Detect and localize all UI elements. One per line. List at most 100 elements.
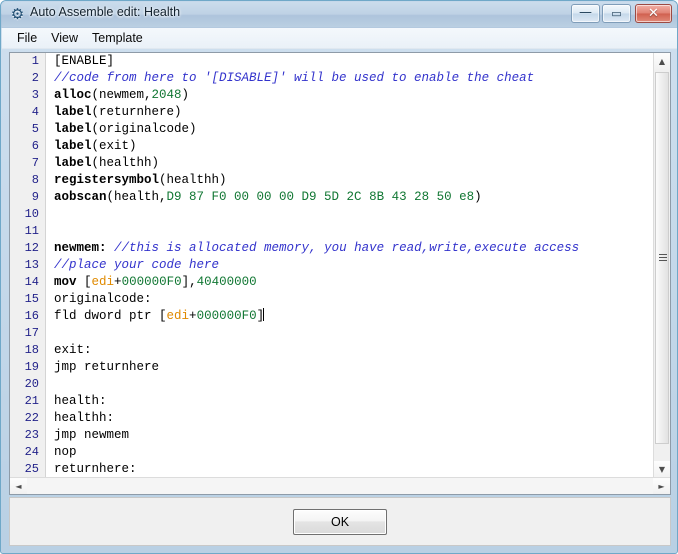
line-number: 13: [24, 258, 39, 272]
code-line[interactable]: label(originalcode): [54, 121, 654, 138]
code-token-plain: exit:: [54, 343, 92, 357]
code-token-comment: //place your code here: [54, 258, 220, 272]
close-icon: ✕: [648, 6, 659, 21]
code-line[interactable]: registersymbol(healthh): [54, 172, 654, 189]
code-line[interactable]: //code from here to '[DISABLE]' will be …: [54, 70, 654, 87]
minimize-icon: —: [579, 5, 592, 20]
cheat-engine-icon: ⚙: [10, 5, 25, 23]
horizontal-scrollbar-track[interactable]: [27, 478, 653, 494]
code-token-plain: (healthh): [159, 173, 227, 187]
line-number: 20: [24, 377, 39, 391]
code-editor[interactable]: 1 2 3 4 5 6 7 8 9 10 11 12 13 14 15 16 17 18 19 20 21 22 23 24 2…: [9, 52, 671, 495]
code-line[interactable]: newmem: //this is allocated memory, you …: [54, 240, 654, 257]
code-line[interactable]: aobscan(health,D9 87 F0 00 00 00 D9 5D 2…: [54, 189, 654, 206]
code-token-plain: (originalcode): [91, 122, 197, 136]
line-number: 7: [31, 156, 39, 170]
code-token-comment: //code from here to '[DISABLE]' will be …: [54, 71, 535, 85]
code-token-num: D9 87 F0 00 00 00 D9 5D 2C 8B 43 28 50 e…: [166, 190, 475, 204]
maximize-button[interactable]: ▭: [602, 4, 631, 23]
code-line[interactable]: label(exit): [54, 138, 654, 155]
line-number: 8: [31, 173, 39, 187]
code-line[interactable]: returnhere:: [54, 461, 654, 478]
scroll-right-icon[interactable]: ►: [653, 478, 670, 494]
line-number-gutter: 1 2 3 4 5 6 7 8 9 10 11 12 13 14 15 16 17 18 19 20 21 22 23 24 2…: [10, 53, 46, 478]
code-token-plain: +: [114, 275, 122, 289]
code-text-area[interactable]: [ENABLE] //code from here to '[DISABLE]' …: [47, 53, 654, 478]
code-token-plain: nop: [54, 445, 77, 459]
horizontal-scrollbar[interactable]: ◄ ►: [10, 477, 670, 494]
code-token-kw: label: [54, 156, 92, 170]
scroll-down-icon[interactable]: ▼: [654, 461, 670, 478]
code-token-plain: ): [474, 190, 482, 204]
line-number: 11: [24, 224, 39, 238]
code-line[interactable]: [54, 223, 654, 240]
code-token-kw: newmem:: [54, 241, 107, 255]
line-number: 24: [24, 445, 39, 459]
line-number: 4: [31, 105, 39, 119]
window-title: Auto Assemble edit: Health: [30, 5, 181, 19]
vertical-scrollbar[interactable]: ▲ ▼: [653, 53, 670, 478]
line-number: 17: [24, 326, 39, 340]
code-token-kw: label: [54, 105, 92, 119]
vertical-scrollbar-thumb[interactable]: [655, 72, 669, 444]
code-token-plain: originalcode:: [54, 292, 152, 306]
code-line[interactable]: label(healthh): [54, 155, 654, 172]
code-token-kw: mov: [54, 275, 77, 289]
menu-item-view[interactable]: View: [44, 30, 85, 47]
code-line[interactable]: [54, 325, 654, 342]
maximize-icon: ▭: [611, 7, 622, 20]
code-token-num: 40400000: [196, 275, 257, 289]
line-number: 3: [31, 88, 39, 102]
code-line[interactable]: originalcode:: [54, 291, 654, 308]
code-token-kw: label: [54, 122, 92, 136]
line-number: 1: [31, 54, 39, 68]
line-number: 5: [31, 122, 39, 136]
minimize-button[interactable]: —: [571, 4, 600, 23]
code-line[interactable]: jmp newmem: [54, 427, 654, 444]
line-number: 22: [24, 411, 39, 425]
code-line[interactable]: [54, 376, 654, 393]
scroll-left-icon[interactable]: ◄: [10, 478, 27, 494]
menu-item-template[interactable]: Template: [85, 30, 150, 47]
code-line[interactable]: fld dword ptr [edi+000000F0]: [54, 308, 654, 325]
code-line[interactable]: label(returnhere): [54, 104, 654, 121]
code-line[interactable]: health:: [54, 393, 654, 410]
line-number: 15: [24, 292, 39, 306]
menu-bar: File View Template: [2, 28, 677, 49]
code-token-plain: ): [181, 88, 190, 102]
code-token-kw: alloc: [54, 88, 92, 102]
code-line[interactable]: alloc(newmem,2048): [54, 87, 654, 104]
title-bar[interactable]: ⚙ Auto Assemble edit: Health — ▭ ✕: [1, 1, 677, 28]
line-number: 12: [24, 241, 39, 255]
code-line[interactable]: exit:: [54, 342, 654, 359]
code-token-plain: jmp returnhere: [54, 360, 160, 374]
code-line[interactable]: nop: [54, 444, 654, 461]
code-token-plain: [ENABLE]: [54, 54, 115, 68]
dialog-footer: OK: [9, 497, 671, 546]
code-line[interactable]: //place your code here: [54, 257, 654, 274]
line-number: 23: [24, 428, 39, 442]
code-token-kw: aobscan: [54, 190, 107, 204]
code-token-reg: edi: [166, 309, 190, 323]
line-number: 9: [31, 190, 39, 204]
line-number: 21: [24, 394, 39, 408]
code-line[interactable]: mov [edi+000000F0],40400000: [54, 274, 654, 291]
scroll-up-icon[interactable]: ▲: [654, 53, 670, 70]
code-line[interactable]: [ENABLE]: [54, 53, 654, 70]
ok-button[interactable]: OK: [293, 509, 387, 535]
code-line[interactable]: [54, 206, 654, 223]
code-token-plain: jmp newmem: [54, 428, 130, 442]
code-token-comment: //this is allocated memory, you have rea…: [114, 241, 580, 255]
close-button[interactable]: ✕: [635, 4, 672, 23]
menu-item-file[interactable]: File: [10, 30, 44, 47]
code-token-num: 2048: [151, 88, 182, 102]
line-number: 10: [24, 207, 39, 221]
code-token-plain: ],: [181, 275, 197, 289]
code-token-plain: (health,: [106, 190, 167, 204]
code-line[interactable]: jmp returnhere: [54, 359, 654, 376]
code-token-kw: label: [54, 139, 92, 153]
code-line[interactable]: healthh:: [54, 410, 654, 427]
code-token-kw: registersymbol: [54, 173, 160, 187]
code-token-plain: +: [189, 309, 197, 323]
